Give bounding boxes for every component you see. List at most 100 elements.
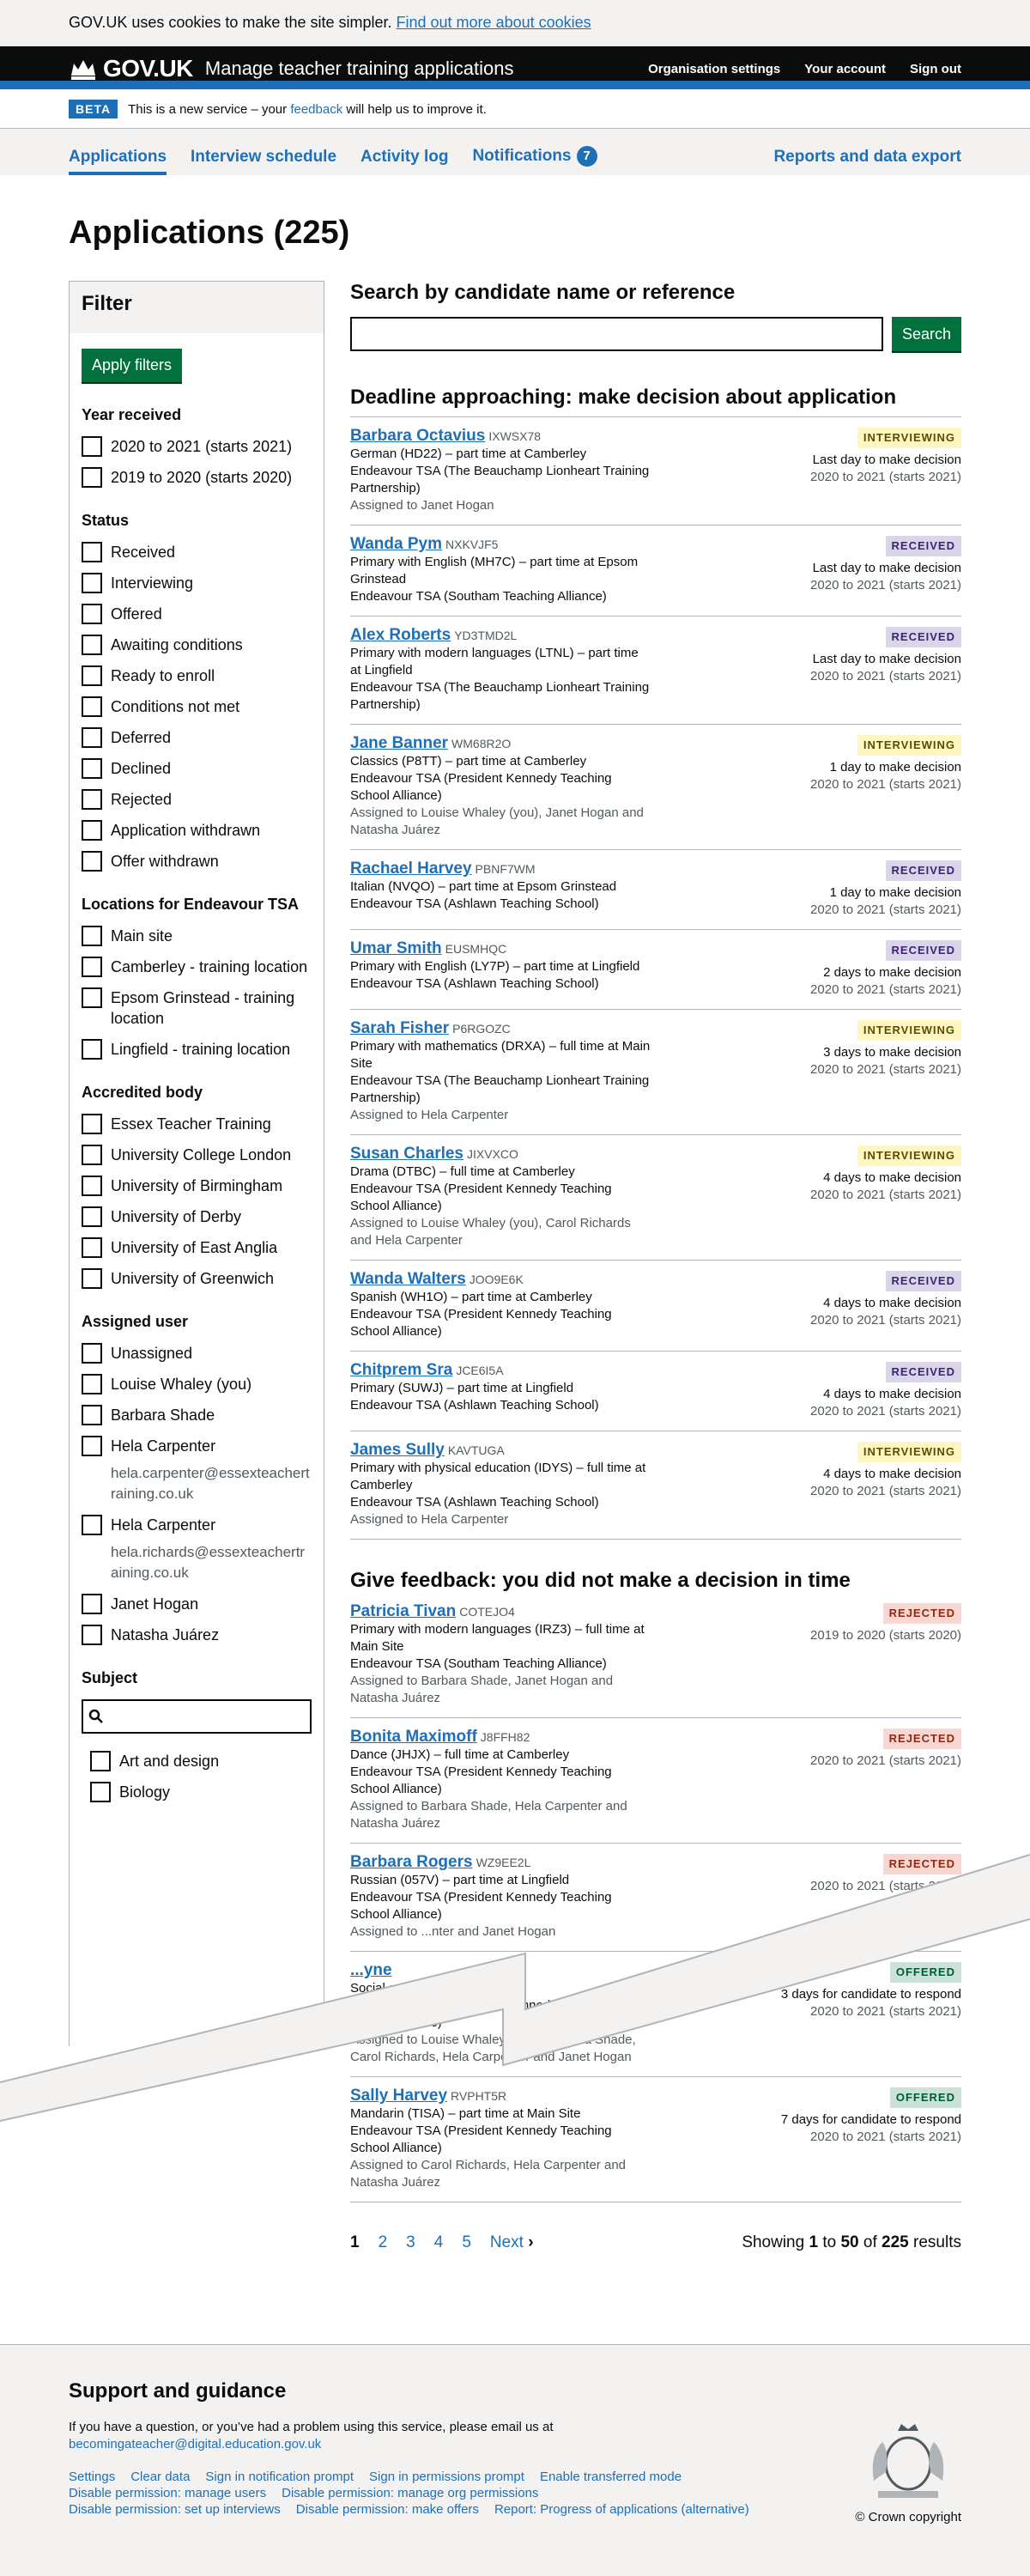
checkbox-status-8[interactable]: Rejected [82, 789, 312, 810]
candidate-name-link[interactable]: Susan Charles [350, 1145, 464, 1163]
checkbox-box[interactable] [82, 1176, 102, 1196]
candidate-name-link[interactable]: Umar Smith [350, 939, 442, 957]
checkbox-status-1[interactable]: Interviewing [82, 573, 312, 593]
footer-link[interactable]: Clear data [130, 2470, 190, 2484]
nav-reports-export[interactable]: Reports and data export [773, 148, 961, 175]
organisation-settings-link[interactable]: Organisation settings [648, 62, 780, 76]
checkbox-year-0[interactable]: 2020 to 2021 (starts 2021) [82, 436, 312, 457]
checkbox-box[interactable] [82, 1039, 102, 1060]
checkbox-box[interactable] [82, 665, 102, 686]
checkbox-status-3[interactable]: Awaiting conditions [82, 635, 312, 655]
nav-activity-log[interactable]: Activity log [360, 148, 448, 175]
support-email-link[interactable]: becomingateacher@digital.education.gov.u… [69, 2437, 321, 2451]
next-page-link[interactable]: Next › [490, 2233, 534, 2252]
checkbox-box[interactable] [82, 727, 102, 748]
checkbox-assigned-6[interactable]: Natasha Juárez [82, 1625, 312, 1645]
checkbox-box[interactable] [82, 1206, 102, 1227]
checkbox-box[interactable] [82, 467, 102, 488]
candidate-name-link[interactable]: Sally Harvey [350, 2087, 447, 2105]
checkbox-box[interactable] [82, 1237, 102, 1258]
checkbox-box[interactable] [82, 987, 102, 1008]
candidate-name-link[interactable]: Wanda Walters [350, 1270, 466, 1288]
service-name[interactable]: Manage teacher training applications [205, 58, 514, 80]
candidate-name-link[interactable]: Wanda Pym [350, 535, 442, 553]
checkbox-status-0[interactable]: Received [82, 542, 312, 562]
footer-link[interactable]: Disable permission: manage org permissio… [282, 2486, 538, 2500]
govuk-logo[interactable]: GOV.UK [69, 55, 193, 82]
candidate-name-link[interactable]: Alex Roberts [350, 626, 451, 644]
candidate-name-link[interactable]: Rachael Harvey [350, 860, 472, 878]
candidate-name-link[interactable]: ...yne [350, 1961, 392, 1979]
checkbox-box[interactable] [82, 436, 102, 457]
feedback-link[interactable]: feedback [290, 102, 342, 117]
checkbox-locations-2[interactable]: Epsom Grinstead - training location [82, 987, 312, 1029]
checkbox-assigned-4[interactable]: Hela Carpenter hela.richards@essexteacher… [82, 1515, 312, 1583]
sign-out-link[interactable]: Sign out [910, 62, 961, 76]
candidate-name-link[interactable]: Chitprem Sra [350, 1361, 452, 1379]
checkbox-accredited-0[interactable]: Essex Teacher Training [82, 1114, 312, 1134]
footer-link[interactable]: Disable permission: make offers [296, 2502, 479, 2517]
candidate-name-link[interactable]: James Sully [350, 1441, 445, 1459]
checkbox-status-9[interactable]: Application withdrawn [82, 820, 312, 841]
footer-link[interactable]: Disable permission: set up interviews [69, 2502, 281, 2517]
candidate-name-link[interactable]: Barbara Rogers [350, 1853, 473, 1871]
checkbox-subject-0[interactable]: Art and design [90, 1751, 312, 1771]
apply-filters-button[interactable]: Apply filters [82, 349, 183, 382]
checkbox-status-10[interactable]: Offer withdrawn [82, 851, 312, 872]
checkbox-year-1[interactable]: 2019 to 2020 (starts 2020) [82, 467, 312, 488]
checkbox-box[interactable] [82, 926, 102, 946]
checkbox-status-5[interactable]: Conditions not met [82, 696, 312, 717]
checkbox-status-4[interactable]: Ready to enroll [82, 665, 312, 686]
checkbox-subject-1[interactable]: Biology [90, 1782, 312, 1802]
checkbox-box[interactable] [82, 635, 102, 655]
checkbox-assigned-0[interactable]: Unassigned [82, 1343, 312, 1364]
your-account-link[interactable]: Your account [804, 62, 886, 76]
candidate-name-link[interactable]: Barbara Octavius [350, 427, 485, 445]
checkbox-assigned-1[interactable]: Louise Whaley (you) [82, 1374, 312, 1394]
page-5[interactable]: 5 [462, 2233, 471, 2252]
checkbox-box[interactable] [82, 1114, 102, 1134]
checkbox-box[interactable] [82, 1594, 102, 1614]
footer-link[interactable]: Sign in notification prompt [205, 2470, 354, 2484]
checkbox-locations-1[interactable]: Camberley - training location [82, 957, 312, 977]
checkbox-box[interactable] [90, 1751, 111, 1771]
nav-applications[interactable]: Applications [69, 148, 167, 175]
checkbox-box[interactable] [82, 758, 102, 779]
cookie-link[interactable]: Find out more about cookies [397, 14, 591, 31]
checkbox-box[interactable] [82, 1625, 102, 1645]
footer-link[interactable]: Enable transferred mode [540, 2470, 682, 2484]
checkbox-status-6[interactable]: Deferred [82, 727, 312, 748]
checkbox-assigned-5[interactable]: Janet Hogan [82, 1594, 312, 1614]
page-3[interactable]: 3 [406, 2233, 415, 2252]
checkbox-locations-3[interactable]: Lingfield - training location [82, 1039, 312, 1060]
candidate-search-input[interactable] [350, 317, 883, 351]
checkbox-assigned-2[interactable]: Barbara Shade [82, 1405, 312, 1425]
checkbox-box[interactable] [82, 1145, 102, 1165]
nav-interview-schedule[interactable]: Interview schedule [191, 148, 336, 175]
page-2[interactable]: 2 [379, 2233, 388, 2252]
checkbox-box[interactable] [82, 1515, 102, 1535]
checkbox-box[interactable] [82, 1436, 102, 1456]
nav-notifications[interactable]: Notifications 7 [472, 146, 597, 175]
checkbox-box[interactable] [82, 573, 102, 593]
checkbox-box[interactable] [82, 1343, 102, 1364]
checkbox-box[interactable] [90, 1782, 111, 1802]
checkbox-box[interactable] [82, 1374, 102, 1394]
checkbox-accredited-2[interactable]: University of Birmingham [82, 1176, 312, 1196]
checkbox-box[interactable] [82, 604, 102, 624]
checkbox-accredited-1[interactable]: University College London [82, 1145, 312, 1165]
checkbox-box[interactable] [82, 820, 102, 841]
footer-link[interactable]: Sign in permissions prompt [369, 2470, 524, 2484]
checkbox-box[interactable] [82, 1268, 102, 1289]
candidate-name-link[interactable]: Bonita Maximoff [350, 1728, 477, 1746]
footer-link[interactable]: Settings [69, 2470, 115, 2484]
checkbox-box[interactable] [82, 789, 102, 810]
checkbox-status-7[interactable]: Declined [82, 758, 312, 779]
page-4[interactable]: 4 [434, 2233, 444, 2252]
subject-search-input[interactable] [82, 1699, 312, 1734]
checkbox-box[interactable] [82, 696, 102, 717]
footer-link[interactable]: Disable permission: manage users [69, 2486, 266, 2500]
checkbox-status-2[interactable]: Offered [82, 604, 312, 624]
page-1[interactable]: 1 [350, 2233, 360, 2252]
footer-link[interactable]: Report: Progress of applications (altern… [494, 2502, 749, 2517]
